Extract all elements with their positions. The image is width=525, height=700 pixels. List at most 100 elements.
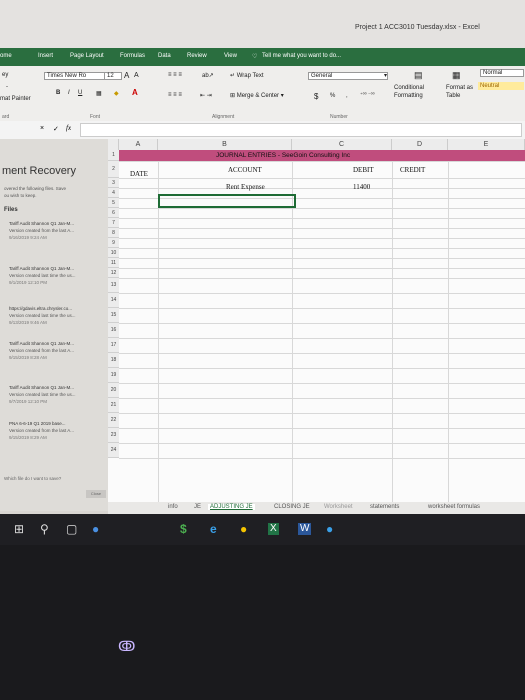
row-header[interactable]: 1 [108,150,119,161]
sheet-tab-je[interactable]: JE [194,504,201,510]
currency-button[interactable]: $ [314,92,318,101]
app-icon[interactable]: ● [326,523,333,535]
font-size-select[interactable]: 12 [104,72,122,80]
format-painter-button[interactable]: mat Painter [0,96,31,102]
sheet-tab-closing-je[interactable]: CLOSING JE [274,504,310,510]
tab-insert[interactable]: Insert [38,53,53,59]
borders-icon[interactable]: ▦ [96,90,102,97]
enter-icon[interactable]: ✓ [53,125,59,133]
row-header[interactable]: 10 [108,248,119,258]
header-credit[interactable]: CREDIT [400,166,425,174]
recovery-file-item[interactable]: Tariff Audit Shannon Q1 Jan-M... Version… [3,385,103,413]
decimal-icon[interactable]: ⁺⁰⁰ ⁻⁰⁰ [360,92,375,98]
align-top-icon[interactable]: ≡ ≡ ≡ [168,72,182,78]
excel-app-icon[interactable]: X [268,523,279,535]
orientation-icon[interactable]: ab↗ [202,72,214,79]
sheet-tab-statements[interactable]: statements [370,504,399,510]
sheet-tab-worksheet[interactable]: Worksheet [324,504,353,510]
header-account[interactable]: ACCOUNT [228,166,262,174]
formula-input[interactable] [80,123,522,137]
chevron-down-icon[interactable]: ▾ [384,72,387,79]
row-header[interactable]: 21 [108,398,119,413]
sheet-tab-info[interactable]: info [168,504,178,510]
row-header[interactable]: 18 [108,353,119,368]
column-header-c[interactable]: C [292,139,392,150]
conditional-formatting-button[interactable]: Conditional Formatting [394,84,446,100]
tab-review[interactable]: Review [187,53,207,59]
recovery-close-button[interactable]: Close [86,490,106,498]
search-icon[interactable]: ⚲ [40,523,49,535]
align-left-icon[interactable]: ≡ ≡ ≡ [168,92,182,98]
cut-button[interactable]: ey [2,72,8,78]
row-header[interactable]: 2 [108,161,119,178]
tab-formulas[interactable]: Formulas [120,53,145,59]
recovery-file-item[interactable]: Tariff Audit Shannon Q1 Jan-M... Version… [3,221,103,249]
italic-button[interactable]: I [68,90,70,96]
merge-center-button[interactable]: ⊞ Merge & Center ▾ [230,92,284,99]
task-view-icon[interactable]: ▢ [66,523,77,535]
row-header[interactable]: 4 [108,188,119,198]
row-header[interactable]: 12 [108,268,119,278]
recovery-file-item[interactable]: https://gdavis.eltra.chrysler.co... Vers… [3,306,103,334]
row-header[interactable]: 16 [108,323,119,338]
underline-button[interactable]: U [78,90,82,96]
tab-view[interactable]: View [224,53,237,59]
row-header[interactable]: 13 [108,278,119,293]
wrap-text-button[interactable]: ↵ Wrap Text [230,72,264,79]
active-cell-selection[interactable] [158,194,296,208]
app-icon[interactable]: ● [92,523,99,535]
column-header-d[interactable]: D [392,139,448,150]
finance-app-icon[interactable]: $ [180,523,187,535]
font-name-select[interactable]: Times New Ro [44,72,106,80]
row-header[interactable]: 24 [108,443,119,458]
row-header[interactable]: 8 [108,228,119,238]
header-debit[interactable]: DEBIT [353,166,374,174]
font-color-icon[interactable]: A [132,88,138,97]
fill-color-icon[interactable]: ◆ [114,90,119,97]
comma-button[interactable]: , [346,93,348,99]
row-header[interactable]: 9 [108,238,119,248]
sheet-tab-adjusting-je[interactable]: ADJUSTING JE [208,504,255,510]
style-neutral[interactable]: Neutral [478,82,524,90]
row-header[interactable]: 5 [108,198,119,208]
percent-button[interactable]: % [330,93,335,99]
header-date[interactable]: DATE [130,170,148,178]
row-header[interactable]: 3 [108,178,119,188]
row-header[interactable]: 22 [108,413,119,428]
cancel-icon[interactable]: × [40,125,44,132]
row-header[interactable]: 14 [108,293,119,308]
row-header[interactable]: 11 [108,258,119,268]
style-normal[interactable]: Normal [480,69,524,77]
shrink-font-button[interactable]: A [134,72,139,79]
tab-home[interactable]: ome [0,53,12,59]
format-as-table-button[interactable]: Format as Table [446,84,482,100]
cell-account-rent-expense[interactable]: Rent Expense [226,183,265,191]
row-header[interactable]: 19 [108,368,119,383]
column-header-e[interactable]: E [448,139,525,150]
column-header-b[interactable]: B [158,139,292,150]
row-header[interactable]: 7 [108,218,119,228]
tab-page-layout[interactable]: Page Layout [70,53,104,59]
row-header[interactable]: 23 [108,428,119,443]
chrome-browser-icon[interactable]: ● [240,523,247,535]
sheet-tab-worksheet-formulas[interactable]: worksheet formulas [428,504,480,510]
journal-title[interactable]: JOURNAL ENTRIES - SeeGoin Consulting Inc [216,152,350,159]
row-header[interactable]: 17 [108,338,119,353]
recovery-file-item[interactable]: Tariff Audit Shannon Q1 Jan-M... Version… [3,341,103,369]
recovery-file-item[interactable]: Tariff Audit Shannon Q1 Jan-M... Version… [3,266,103,294]
word-app-icon[interactable]: W [298,523,312,535]
select-all-corner[interactable] [108,139,119,150]
indent-icon[interactable]: ⇤ ⇥ [200,92,212,99]
edge-browser-icon[interactable]: e [210,523,217,535]
tell-me-box[interactable]: Tell me what you want to do... [262,53,341,59]
tab-data[interactable]: Data [158,53,171,59]
worksheet-grid[interactable]: A B C D E 1 2 3 4 5 6 7 8 9 10 11 12 13 14 15 16 17 18 19 2… [108,139,525,502]
bold-button[interactable]: B [56,90,60,96]
fx-icon[interactable]: fx [66,124,71,132]
recovery-help-link[interactable]: Which file do I want to save? [4,476,61,481]
start-windows-icon[interactable]: ⊞ [14,523,24,535]
row-header[interactable]: 6 [108,208,119,218]
recovery-file-item[interactable]: PNA 6-6-19 Q1 2019 base... Version creat… [3,421,103,449]
copy-button[interactable]: - [6,84,8,90]
column-header-a[interactable]: A [119,139,158,150]
